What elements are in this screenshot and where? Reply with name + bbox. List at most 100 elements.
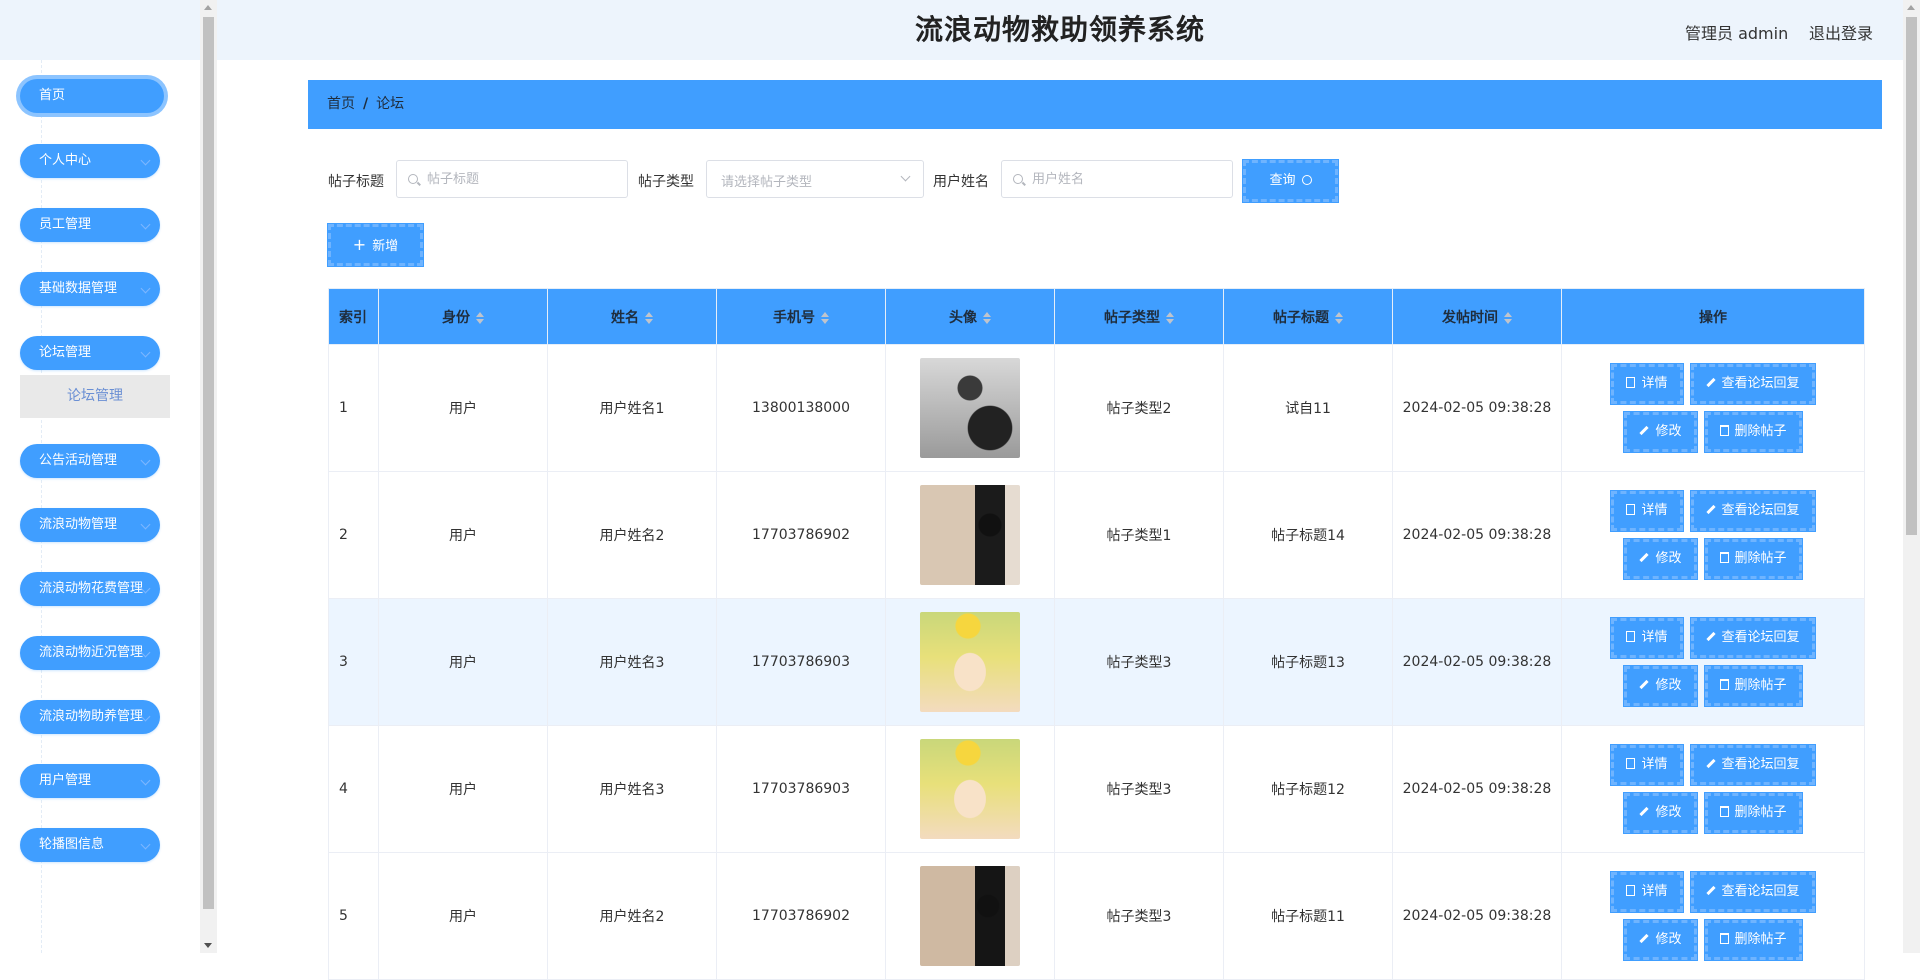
document-icon	[1626, 758, 1636, 769]
sidebar-item-base-data[interactable]: 基础数据管理	[20, 272, 160, 306]
sidebar-item-personal-center[interactable]: 个人中心	[20, 144, 160, 178]
sort-icon[interactable]	[476, 311, 484, 325]
add-button[interactable]: + 新增	[327, 223, 424, 267]
view-replies-button[interactable]: 查看论坛回复	[1689, 490, 1816, 532]
delete-post-button[interactable]: 删除帖子	[1703, 792, 1803, 834]
submenu-item-label: 论坛管理	[67, 388, 123, 404]
sidebar-item-stray-animals[interactable]: 流浪动物管理	[20, 508, 160, 542]
delete-post-button[interactable]: 删除帖子	[1703, 919, 1803, 961]
detail-button[interactable]: 详情	[1610, 617, 1684, 659]
detail-button-label: 详情	[1641, 757, 1668, 772]
sidebar-item-label: 流浪动物近况管理	[39, 645, 144, 660]
sidebar-scrollbar[interactable]	[200, 0, 217, 953]
avatar[interactable]	[920, 739, 1020, 839]
sort-icon[interactable]	[1166, 311, 1174, 325]
submenu-item-forum-management[interactable]: 论坛管理	[20, 375, 170, 418]
sidebar-top	[0, 0, 200, 60]
trash-icon	[1719, 806, 1729, 817]
view-replies-button[interactable]: 查看论坛回复	[1689, 363, 1816, 405]
cell-name: 用户姓名2	[547, 852, 717, 980]
cell-phone: 13800138000	[716, 344, 886, 472]
username-field[interactable]	[1001, 160, 1233, 198]
avatar[interactable]	[920, 485, 1020, 585]
sidebar-item-home[interactable]: 首页	[20, 79, 164, 113]
sidebar-item-label: 流浪动物花费管理	[39, 581, 144, 596]
detail-button[interactable]: 详情	[1610, 363, 1684, 405]
query-button-label: 查询	[1269, 173, 1296, 188]
edit-button[interactable]: 修改	[1623, 665, 1698, 707]
column-header-role[interactable]: 身份	[378, 288, 548, 345]
detail-button[interactable]: 详情	[1610, 744, 1684, 786]
scrollbar-thumb[interactable]	[1906, 17, 1917, 535]
view-replies-button[interactable]: 查看论坛回复	[1689, 744, 1816, 786]
sort-icon[interactable]	[1335, 311, 1343, 325]
post-title-field[interactable]	[396, 160, 628, 198]
column-header-label: 姓名	[611, 309, 639, 326]
breadcrumb-home[interactable]: 首页	[327, 96, 355, 112]
forum-table: 索引 身份 姓名 手机号 头像 帖子类型 帖子标题 发帖时间 操作 1 用户 用…	[328, 288, 1865, 980]
edit-button[interactable]: 修改	[1623, 538, 1698, 580]
sidebar-item-animal-sponsorship[interactable]: 流浪动物助养管理	[20, 700, 160, 734]
sidebar-item-animal-expenses[interactable]: 流浪动物花费管理	[20, 572, 160, 606]
avatar[interactable]	[920, 612, 1020, 712]
detail-button[interactable]: 详情	[1610, 871, 1684, 913]
delete-post-button[interactable]: 删除帖子	[1703, 411, 1803, 453]
column-header-avatar[interactable]: 头像	[885, 288, 1055, 345]
avatar[interactable]	[920, 358, 1020, 458]
scroll-up-arrow-icon[interactable]	[1907, 5, 1915, 10]
scroll-up-arrow-icon[interactable]	[204, 5, 212, 10]
edit-button[interactable]: 修改	[1623, 919, 1698, 961]
scroll-down-arrow-icon[interactable]	[204, 943, 212, 948]
logout-link[interactable]: 退出登录	[1809, 20, 1873, 44]
username-input[interactable]	[1002, 161, 1232, 197]
detail-button-label: 详情	[1641, 503, 1668, 518]
detail-button[interactable]: 详情	[1610, 490, 1684, 532]
sidebar-item-staff[interactable]: 员工管理	[20, 208, 160, 242]
sidebar-item-forum[interactable]: 论坛管理	[20, 336, 160, 370]
column-header-post-time[interactable]: 发帖时间	[1392, 288, 1562, 345]
search-icon	[1301, 175, 1312, 185]
cell-post-title: 帖子标题13	[1223, 598, 1393, 726]
edit-button[interactable]: 修改	[1623, 411, 1698, 453]
sidebar-item-label: 员工管理	[39, 217, 92, 232]
delete-post-button[interactable]: 删除帖子	[1703, 665, 1803, 707]
cell-post-type: 帖子类型3	[1054, 852, 1224, 980]
sort-icon[interactable]	[1504, 311, 1512, 325]
query-button[interactable]: 查询	[1242, 159, 1339, 203]
post-type-label: 帖子类型	[638, 174, 694, 190]
cell-role: 用户	[378, 725, 548, 853]
chevron-down-icon	[900, 171, 911, 182]
sort-icon[interactable]	[821, 311, 829, 325]
view-replies-button[interactable]: 查看论坛回复	[1689, 871, 1816, 913]
column-header-name[interactable]: 姓名	[547, 288, 717, 345]
cell-avatar	[885, 725, 1055, 853]
page-scrollbar[interactable]	[1903, 0, 1920, 953]
cell-index: 1	[328, 344, 379, 472]
post-type-select[interactable]: 请选择帖子类型	[706, 160, 924, 198]
username-label: 用户姓名	[933, 174, 989, 190]
post-title-input[interactable]	[397, 161, 627, 197]
delete-post-button[interactable]: 删除帖子	[1703, 538, 1803, 580]
sidebar-item-announcements[interactable]: 公告活动管理	[20, 444, 160, 478]
edit-button[interactable]: 修改	[1623, 792, 1698, 834]
sort-icon[interactable]	[983, 311, 991, 325]
view-replies-button[interactable]: 查看论坛回复	[1689, 617, 1816, 659]
cell-phone: 17703786902	[716, 471, 886, 599]
view-replies-button-label: 查看论坛回复	[1721, 376, 1800, 391]
cell-phone: 17703786903	[716, 598, 886, 726]
column-header-post-type[interactable]: 帖子类型	[1054, 288, 1224, 345]
scrollbar-thumb[interactable]	[203, 17, 214, 909]
sidebar-item-label: 轮播图信息	[39, 837, 105, 852]
sidebar-item-animal-status[interactable]: 流浪动物近况管理	[20, 636, 160, 670]
column-header-phone[interactable]: 手机号	[716, 288, 886, 345]
column-header-label: 帖子类型	[1104, 309, 1160, 326]
delete-post-button-label: 删除帖子	[1734, 551, 1787, 566]
sidebar-item-carousel[interactable]: 轮播图信息	[20, 828, 160, 862]
sort-icon[interactable]	[645, 311, 653, 325]
sidebar-item-label: 论坛管理	[39, 345, 92, 360]
cell-post-time: 2024-02-05 09:38:28	[1392, 344, 1562, 472]
sidebar-item-users[interactable]: 用户管理	[20, 764, 160, 798]
column-header-post-title[interactable]: 帖子标题	[1223, 288, 1393, 345]
cell-phone: 17703786902	[716, 852, 886, 980]
avatar[interactable]	[920, 866, 1020, 966]
